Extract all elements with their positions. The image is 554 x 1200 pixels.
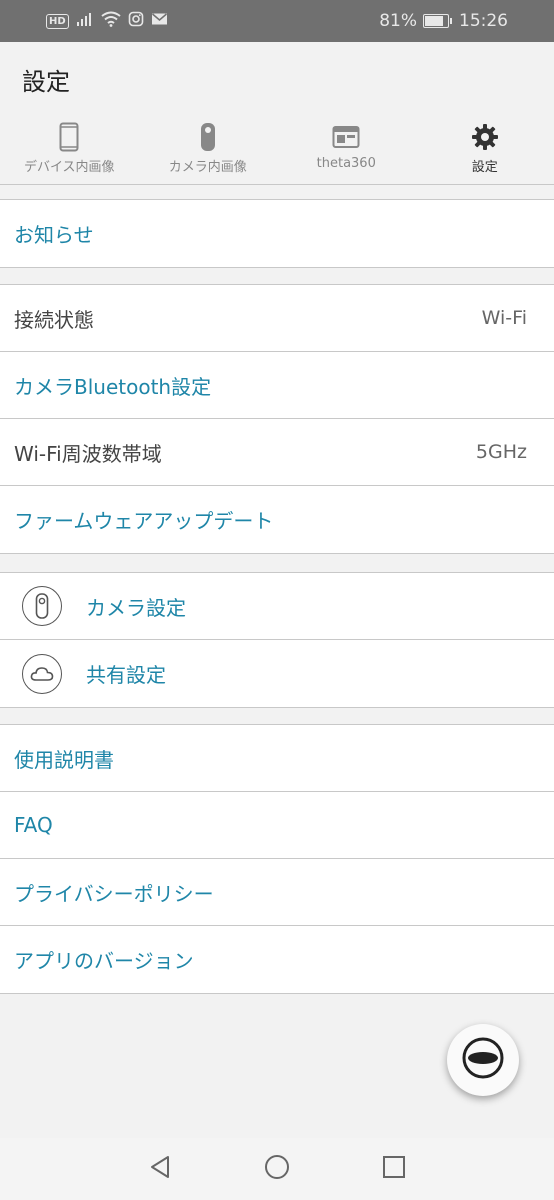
row-label: プライバシーポリシー [14,881,214,906]
row-label: カメラ設定 [86,595,186,620]
camera-icon [22,586,62,626]
mail-icon [151,11,168,31]
connection-section: 接続状態 Wi-Fi カメラBluetooth設定 Wi-Fi周波数帯域 5GH… [0,284,554,554]
app-version-row[interactable]: アプリのバージョン [0,926,554,993]
phone-icon [59,120,79,154]
notifications-row[interactable]: お知らせ [0,200,554,267]
faq-row[interactable]: FAQ [0,792,554,859]
tab-theta360[interactable]: theta360 [277,120,416,184]
row-label: アプリのバージョン [14,949,194,973]
instagram-icon [128,11,144,32]
row-label: FAQ [14,813,53,837]
tab-label: デバイス内画像 [23,160,115,175]
row-label: ファームウェアアップデート [14,509,274,533]
wifi-icon [101,11,121,32]
hd-icon: HD [46,13,69,29]
row-label: 接続状態 [14,307,94,332]
status-bar: HD 81% 15:26 [0,0,554,42]
tab-label: 設定 [471,160,498,175]
tab-label: theta360 [316,156,376,171]
battery-icon [423,14,452,28]
page-title: 設定 [22,68,70,96]
row-value: 5GHz [475,441,527,463]
row-label: お知らせ [14,223,94,247]
tab-device-images[interactable]: デバイス内画像 [0,120,139,184]
connection-status-row[interactable]: 接続状態 Wi-Fi [0,285,554,352]
notifications-section: お知らせ [0,199,554,268]
status-right: 81% 15:26 [379,11,554,31]
browser-icon [332,120,360,154]
signal-icon [76,11,94,31]
tab-settings[interactable]: 設定 [416,120,554,184]
gear-icon [471,120,499,154]
recents-icon[interactable] [382,1155,406,1183]
theta-shoot-icon [461,1036,505,1084]
camera-settings-row[interactable]: カメラ設定 [0,573,554,640]
firmware-update-row[interactable]: ファームウェアアップデート [0,486,554,553]
back-icon[interactable] [148,1155,172,1183]
camera-icon [200,120,216,154]
privacy-policy-row[interactable]: プライバシーポリシー [0,859,554,926]
app-header: 設定 デバイス内画像 カメラ内画像 theta360 設定 [0,42,554,185]
tab-label: カメラ内画像 [168,160,247,175]
home-icon[interactable] [264,1154,290,1184]
battery-percent: 81% [379,11,417,31]
camera-bluetooth-row[interactable]: カメラBluetooth設定 [0,352,554,419]
tab-bar: デバイス内画像 カメラ内画像 theta360 設定 [0,120,554,184]
camera-share-section: カメラ設定 共有設定 [0,572,554,708]
battery-fill [425,16,443,26]
row-label: Wi-Fi周波数帯域 [14,441,162,466]
wifi-band-row[interactable]: Wi-Fi周波数帯域 5GHz [0,419,554,486]
help-section: 使用説明書 FAQ プライバシーポリシー アプリのバージョン [0,724,554,994]
cloud-icon [22,653,62,694]
shoot-fab-button[interactable] [447,1024,519,1096]
tab-camera-images[interactable]: カメラ内画像 [139,120,278,184]
system-nav-bar [0,1138,554,1200]
row-label: カメラBluetooth設定 [14,374,212,399]
share-settings-row[interactable]: 共有設定 [0,640,554,707]
clock: 15:26 [459,11,508,31]
row-value: Wi-Fi [481,307,527,329]
row-label: 使用説明書 [14,747,114,772]
manual-row[interactable]: 使用説明書 [0,725,554,792]
status-left-icons: HD [0,11,168,32]
row-label: 共有設定 [86,663,166,687]
